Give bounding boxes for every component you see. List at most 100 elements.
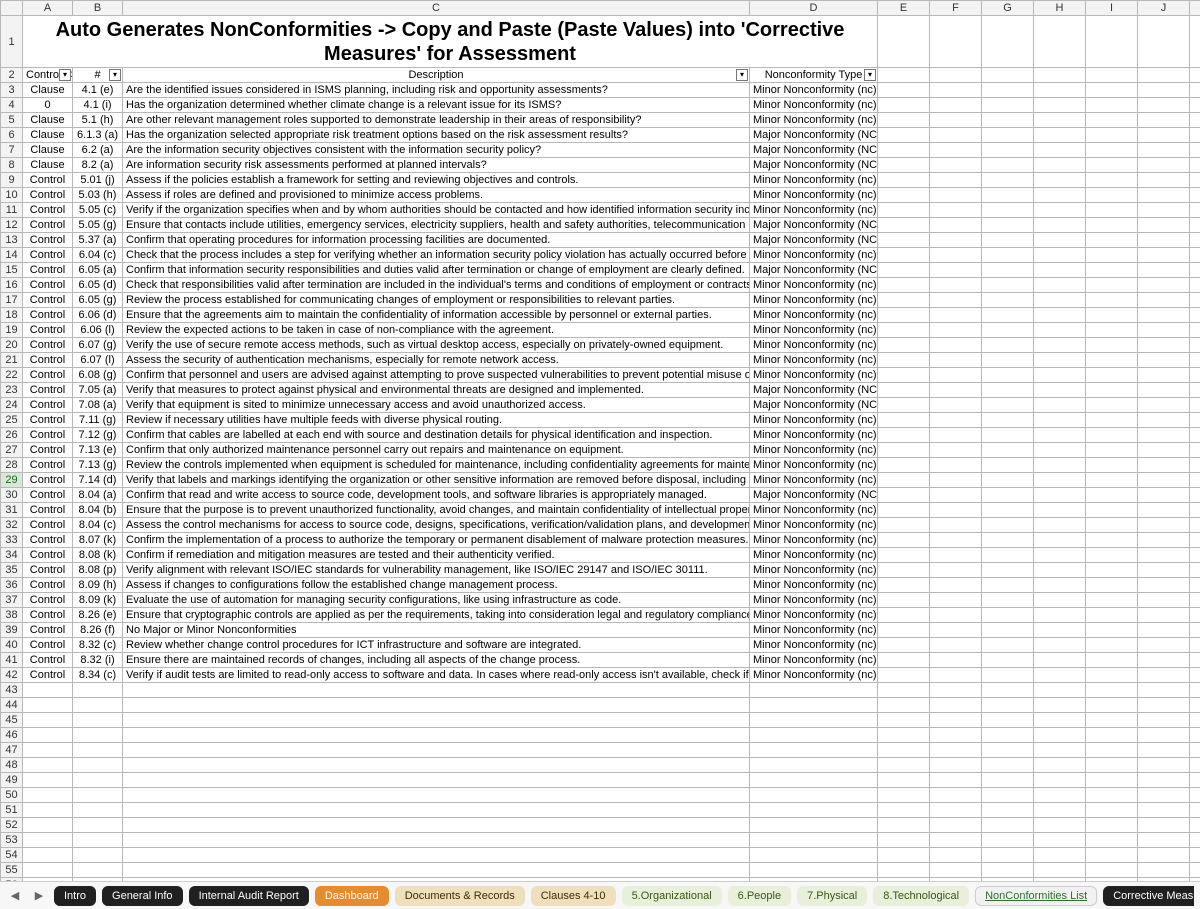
cell-empty[interactable] [1138, 233, 1190, 248]
row-header[interactable]: 24 [1, 398, 23, 413]
cell-empty[interactable] [1190, 623, 1200, 638]
cell-empty[interactable] [930, 278, 982, 293]
row-header[interactable]: 53 [1, 833, 23, 848]
cell-empty[interactable] [1190, 233, 1200, 248]
cell-empty[interactable] [930, 683, 982, 698]
cell-d[interactable]: Minor Nonconformity (nc) [750, 323, 878, 338]
cell-a[interactable]: Control [23, 278, 73, 293]
cell-empty[interactable] [1034, 383, 1086, 398]
cell-empty[interactable] [750, 803, 878, 818]
cell-empty[interactable] [1086, 383, 1138, 398]
cell-empty[interactable] [23, 833, 73, 848]
cell-empty[interactable] [1138, 848, 1190, 863]
cell-empty[interactable] [878, 413, 930, 428]
cell-empty[interactable] [878, 83, 930, 98]
cell-empty[interactable] [878, 293, 930, 308]
cell-b[interactable]: 6.06 (d) [73, 308, 123, 323]
cell-empty[interactable] [1190, 653, 1200, 668]
cell-empty[interactable] [1138, 218, 1190, 233]
cell-empty[interactable] [1086, 458, 1138, 473]
cell-empty[interactable] [982, 563, 1034, 578]
tab-nav-prev[interactable]: ◀ [6, 887, 24, 905]
cell-a[interactable]: Control [23, 293, 73, 308]
cell-empty[interactable] [1034, 743, 1086, 758]
cell-a[interactable]: Control [23, 518, 73, 533]
filter-dropdown-icon[interactable]: ▾ [736, 69, 748, 81]
row-header[interactable]: 46 [1, 728, 23, 743]
cell-a[interactable]: Control [23, 248, 73, 263]
cell-empty[interactable] [1086, 308, 1138, 323]
cell-empty[interactable] [1190, 143, 1200, 158]
cell-empty[interactable] [1138, 713, 1190, 728]
column-header-H[interactable]: H [1034, 1, 1086, 16]
cell-empty[interactable] [1034, 563, 1086, 578]
cell-empty[interactable] [1034, 638, 1086, 653]
cell-empty[interactable] [1034, 533, 1086, 548]
filter-dropdown-icon[interactable]: ▾ [109, 69, 121, 81]
cell-empty[interactable] [878, 353, 930, 368]
cell-b[interactable]: 7.08 (a) [73, 398, 123, 413]
cell-d[interactable]: Minor Nonconformity (nc) [750, 83, 878, 98]
cell-c[interactable]: Confirm that information security respon… [123, 263, 750, 278]
cell-empty[interactable] [878, 368, 930, 383]
cell-empty[interactable] [123, 863, 750, 878]
cell-empty[interactable] [1086, 173, 1138, 188]
cell-empty[interactable] [1190, 563, 1200, 578]
cell-empty[interactable] [123, 788, 750, 803]
cell-empty[interactable] [1190, 428, 1200, 443]
row-header[interactable]: 22 [1, 368, 23, 383]
cell-empty[interactable] [1086, 188, 1138, 203]
cell-b[interactable]: 7.12 (g) [73, 428, 123, 443]
cell-empty[interactable] [982, 848, 1034, 863]
row-header[interactable]: 30 [1, 488, 23, 503]
cell-empty[interactable] [1138, 488, 1190, 503]
cell-empty[interactable] [1034, 803, 1086, 818]
row-header[interactable]: 8 [1, 158, 23, 173]
cell-empty[interactable] [930, 368, 982, 383]
cell-empty[interactable] [878, 278, 930, 293]
cell-empty[interactable] [982, 773, 1034, 788]
cell-empty[interactable] [1138, 758, 1190, 773]
cell-empty[interactable] [878, 728, 930, 743]
cell-empty[interactable] [1086, 773, 1138, 788]
cell-empty[interactable] [878, 638, 930, 653]
cell-empty[interactable] [878, 863, 930, 878]
cell-b[interactable]: 4.1 (i) [73, 98, 123, 113]
cell-empty[interactable] [1086, 278, 1138, 293]
cell-empty[interactable] [73, 788, 123, 803]
cell-empty[interactable] [878, 443, 930, 458]
cell-b[interactable]: 5.05 (g) [73, 218, 123, 233]
cell-empty[interactable] [1086, 668, 1138, 683]
cell-empty[interactable] [1138, 68, 1190, 83]
cell-empty[interactable] [1190, 308, 1200, 323]
cell-empty[interactable] [982, 68, 1034, 83]
cell-empty[interactable] [23, 818, 73, 833]
cell-empty[interactable] [1138, 83, 1190, 98]
cell-empty[interactable] [1138, 203, 1190, 218]
row-header[interactable]: 43 [1, 683, 23, 698]
cell-empty[interactable] [23, 683, 73, 698]
cell-empty[interactable] [1034, 683, 1086, 698]
row-header[interactable]: 17 [1, 293, 23, 308]
cell-empty[interactable] [1190, 353, 1200, 368]
row-header[interactable]: 5 [1, 113, 23, 128]
cell-a[interactable]: Control [23, 638, 73, 653]
cell-empty[interactable] [930, 518, 982, 533]
cell-empty[interactable] [878, 533, 930, 548]
cell-empty[interactable] [930, 203, 982, 218]
cell-empty[interactable] [878, 773, 930, 788]
cell-empty[interactable] [1086, 563, 1138, 578]
cell-empty[interactable] [1138, 593, 1190, 608]
cell-empty[interactable] [930, 413, 982, 428]
cell-empty[interactable] [123, 818, 750, 833]
cell-a[interactable]: Control [23, 338, 73, 353]
cell-empty[interactable] [982, 383, 1034, 398]
cell-empty[interactable] [878, 623, 930, 638]
cell-empty[interactable] [123, 848, 750, 863]
cell-empty[interactable] [1190, 743, 1200, 758]
cell-c[interactable]: Are information security risk assessment… [123, 158, 750, 173]
row-header[interactable]: 38 [1, 608, 23, 623]
cell-b[interactable]: 8.26 (e) [73, 608, 123, 623]
cell-empty[interactable] [1086, 323, 1138, 338]
cell-a[interactable]: 0 [23, 98, 73, 113]
